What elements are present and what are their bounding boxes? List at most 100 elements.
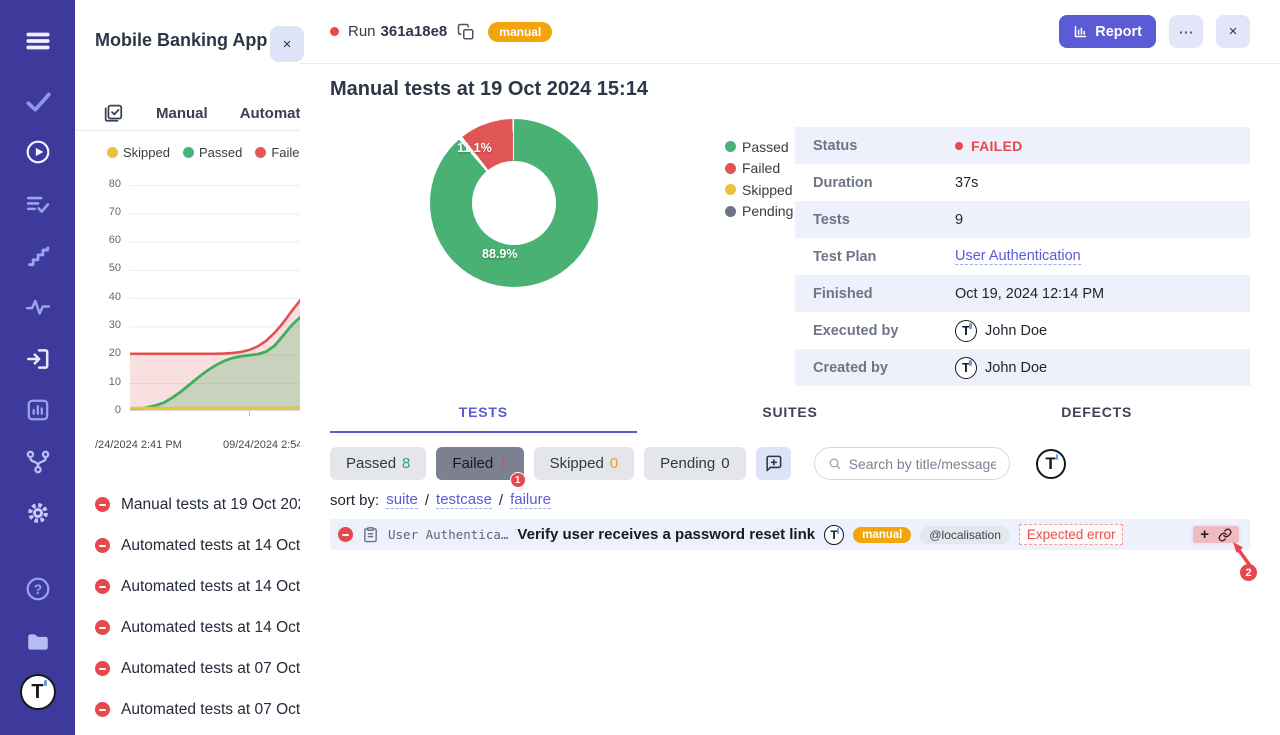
run-type-badge: manual [488, 22, 552, 42]
help-icon[interactable]: ? [24, 575, 52, 603]
filter-row: Passed8 Failed11 Skipped0 Pending0 T [330, 447, 1066, 480]
run-status-dot [330, 27, 339, 36]
logo-letter: T [31, 681, 43, 704]
failed-status-icon [338, 527, 353, 542]
donut-legend: Passed Failed Skipped Pending [725, 136, 793, 222]
sort-by-failure[interactable]: failure [510, 491, 551, 509]
test-plan-link[interactable]: User Authentication [955, 248, 1081, 265]
run-list-item[interactable]: Automated tests at 07 Oct 2024 [75, 648, 300, 689]
ytick: 30 [75, 319, 121, 331]
ytick: 60 [75, 234, 121, 246]
runs-play-icon[interactable] [24, 138, 52, 166]
summary-row-duration: Duration 37s [795, 164, 1250, 201]
run-list-item[interactable]: Manual tests at 19 Oct 2024 [75, 484, 300, 525]
close-run-button[interactable]: × [1216, 15, 1250, 48]
runs-history-chart [130, 185, 300, 411]
logo-avatar[interactable]: T [20, 674, 56, 710]
filter-failed[interactable]: Failed11 [436, 447, 523, 480]
search-icon [828, 456, 841, 471]
settings-gear-icon[interactable] [24, 499, 52, 527]
run-title: Manual tests at 19 Oct 2024 15:14 [330, 78, 648, 101]
run-list: Manual tests at 19 Oct 2024 Automated te… [75, 484, 300, 730]
sort-row: sort by: suite / testcase / failure [330, 491, 551, 509]
failed-pct-label: 11.1% [457, 141, 492, 155]
summary-row-executed-by: Executed by TJohn Doe [795, 312, 1250, 349]
x-tick [249, 411, 250, 416]
more-button[interactable]: ⋯ [1169, 15, 1203, 48]
user-avatar: T [955, 320, 977, 342]
legend-failed[interactable]: Failed [725, 158, 793, 180]
sort-prefix: sort by: [330, 492, 379, 509]
legend-skipped[interactable]: Skipped [725, 179, 793, 201]
failed-status-icon [95, 661, 110, 676]
analytics-pulse-icon[interactable] [24, 293, 52, 321]
tab-automated[interactable]: Automated [240, 105, 300, 122]
run-list-item[interactable]: Automated tests at 07 Oct 2024 [75, 689, 300, 730]
ytick: 20 [75, 347, 121, 359]
ytick: 40 [75, 291, 121, 303]
checklist-icon [102, 102, 124, 124]
failed-status-icon [95, 620, 110, 635]
projects-folder-icon[interactable] [24, 628, 52, 656]
suite-name[interactable]: User Authentica… [388, 527, 508, 542]
test-type-badge: manual [853, 527, 911, 543]
add-icon[interactable]: + [1200, 527, 1209, 542]
sort-by-testcase[interactable]: testcase [436, 491, 492, 509]
sort-by-suite[interactable]: suite [386, 491, 418, 509]
passed-dot [183, 147, 194, 158]
legend-passed[interactable]: Passed [183, 145, 242, 160]
test-title[interactable]: Verify user receives a password reset li… [517, 526, 815, 543]
comment-add-button[interactable] [756, 447, 791, 480]
search-input[interactable] [849, 456, 996, 472]
tab-defects[interactable]: DEFECTS [943, 404, 1250, 433]
assignee-avatar: T [824, 525, 844, 545]
test-result-row[interactable]: User Authentica… Verify user receives a … [330, 519, 1250, 550]
branches-icon[interactable] [24, 448, 52, 476]
filter-pending[interactable]: Pending0 [644, 447, 745, 480]
report-button[interactable]: Report [1059, 15, 1156, 48]
testplans-list-icon[interactable] [24, 190, 52, 218]
filter-passed[interactable]: Passed8 [330, 447, 426, 480]
copy-icon[interactable] [456, 22, 476, 42]
filter-skipped[interactable]: Skipped0 [534, 447, 635, 480]
summary-row-testplan: Test Plan User Authentication [795, 238, 1250, 275]
ytick: 0 [75, 404, 121, 416]
failed-status-icon [95, 579, 110, 594]
failed-dot [255, 147, 266, 158]
legend-skipped[interactable]: Skipped [107, 145, 170, 160]
tab-manual[interactable]: Manual [156, 105, 208, 122]
error-badge: Expected error [1019, 524, 1124, 545]
drawer-close-button[interactable]: × [270, 26, 304, 62]
summary-row-finished: Finished Oct 19, 2024 12:14 PM [795, 275, 1250, 312]
ytick: 70 [75, 206, 121, 218]
user-avatar: T [955, 357, 977, 379]
reports-chart-icon[interactable] [24, 396, 52, 424]
import-login-icon[interactable] [24, 345, 52, 373]
help-glyph: ? [33, 582, 41, 597]
tab-suites[interactable]: SUITES [637, 404, 944, 433]
legend-failed[interactable]: Failed [255, 145, 300, 160]
failed-filter-badge: 1 [510, 472, 526, 488]
milestones-steps-icon[interactable] [24, 242, 52, 270]
legend-passed[interactable]: Passed [725, 136, 793, 158]
run-label: Run [348, 23, 376, 40]
tab-tests[interactable]: TESTS [330, 404, 637, 433]
run-list-item[interactable]: Automated tests at 14 Oct 2024 [75, 525, 300, 566]
xtick-label-2: 09/24/2024 2:54 PM [223, 439, 300, 451]
profile-avatar[interactable]: T [1036, 449, 1066, 479]
xtick-label-1: /24/2024 2:41 PM [95, 439, 182, 451]
project-panel: Mobile Banking App Manual Automated Skip… [75, 0, 300, 735]
run-summary-table: Status FAILED Duration 37s Tests 9 Test … [795, 127, 1250, 386]
run-list-item[interactable]: Automated tests at 14 Oct 2024 [75, 607, 300, 648]
ytick: 50 [75, 262, 121, 274]
menu-icon[interactable] [24, 27, 52, 55]
run-id: 361a18e8 [381, 23, 448, 40]
legend-pending[interactable]: Pending [725, 201, 793, 223]
result-tabs: TESTS SUITES DEFECTS [330, 404, 1250, 433]
results-donut-chart: 11.1% 88.9% [430, 119, 598, 287]
passed-pct-label: 88.9% [482, 247, 517, 261]
history-chart-legend: Skipped Passed Failed [107, 145, 300, 160]
failed-status-icon [95, 538, 110, 553]
tests-check-icon[interactable] [24, 87, 52, 115]
run-list-item[interactable]: Automated tests at 14 Oct 2024 [75, 566, 300, 607]
